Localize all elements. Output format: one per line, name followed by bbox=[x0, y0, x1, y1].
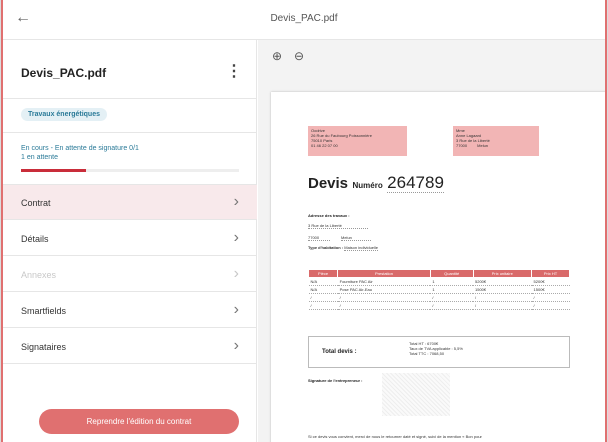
app-frame: ← Devis_PAC.pdf Devis_PAC.pdf ⋮ Travaux … bbox=[1, 0, 607, 442]
devis-label: Devis bbox=[308, 175, 349, 192]
sidebar-item-signataires[interactable]: Signataires › bbox=[3, 329, 257, 364]
signature-area[interactable] bbox=[382, 373, 450, 416]
progress-fill bbox=[21, 169, 87, 172]
numero-label: Numéro bbox=[352, 181, 383, 190]
table-cell: 5200€ bbox=[473, 277, 532, 286]
signature-label: Signature de l'entrepreneur : bbox=[308, 378, 363, 383]
zoom-in-icon[interactable]: ⊕ bbox=[270, 49, 284, 63]
table-cell: 1500€ bbox=[531, 285, 570, 294]
table-row: N/A Fourniture PAC Air 1 5200€ 5200€ bbox=[308, 277, 570, 286]
sidebar: Devis_PAC.pdf ⋮ Travaux énergétiques En … bbox=[3, 40, 257, 442]
table-row: / / / / / bbox=[308, 293, 570, 302]
column-header: Quantité bbox=[429, 269, 474, 278]
sidebar-item-label: Smartfields bbox=[21, 306, 67, 316]
table-cell: / bbox=[337, 293, 431, 302]
resume-editing-button[interactable]: Reprendre l'édition du contrat bbox=[39, 409, 239, 434]
table-cell: / bbox=[337, 301, 431, 310]
footer-text: Si ce devis vous convient, merci de nous… bbox=[308, 434, 482, 439]
habitation-value: Maison individuelle bbox=[344, 245, 379, 251]
total-label: Total devis : bbox=[322, 349, 357, 355]
sidebar-item-details[interactable]: Détails › bbox=[3, 221, 257, 256]
signature-status: En cours - En attente de signature 0/1 1… bbox=[21, 144, 139, 162]
table-cell: 1 bbox=[430, 285, 473, 294]
chevron-right-icon: › bbox=[233, 193, 239, 210]
table-cell: / bbox=[430, 301, 473, 310]
sidebar-item-label: Signataires bbox=[21, 342, 67, 352]
sidebar-item-label: Détails bbox=[21, 234, 49, 244]
status-line: En cours - En attente de signature 0/1 bbox=[21, 145, 139, 152]
table-row: / / / / / bbox=[308, 301, 570, 310]
table-cell: 5200€ bbox=[531, 277, 570, 286]
client-field: Mme Anne Lagaard 3 Rue de la Liberté 770… bbox=[453, 126, 539, 156]
document-title: Devis_PAC.pdf bbox=[21, 66, 107, 80]
pdf-viewer[interactable]: ⊕ ⊖ Oodrive 26 Rue du Faubourg Poissonni… bbox=[258, 40, 605, 442]
address-line: 3 Rue de la Liberté bbox=[308, 223, 368, 229]
column-header: Prestation bbox=[337, 269, 431, 278]
sidebar-item-annexes[interactable]: Annexes › bbox=[3, 257, 257, 292]
table-cell: / bbox=[430, 293, 473, 302]
habitation-label: Type d'habitation : bbox=[308, 245, 344, 250]
chevron-right-icon: › bbox=[233, 301, 239, 318]
table-cell: / bbox=[531, 293, 570, 302]
column-header: Prix HT bbox=[531, 269, 570, 278]
window-title: Devis_PAC.pdf bbox=[270, 13, 338, 24]
table-cell: N/A bbox=[308, 285, 338, 294]
table-cell: / bbox=[473, 293, 532, 302]
zoom-out-icon[interactable]: ⊖ bbox=[292, 49, 306, 63]
table-cell: Fourniture PAC Air bbox=[337, 277, 431, 286]
totals-box: Total devis : Total HT : 6700€ Taux de T… bbox=[308, 336, 570, 368]
table-header-row: Pièce Prestation Quantité Prix unitaire … bbox=[307, 269, 570, 278]
client-line: 77000 bbox=[456, 143, 468, 148]
sidebar-item-smartfields[interactable]: Smartfields › bbox=[3, 293, 257, 328]
progress-bar bbox=[21, 169, 239, 172]
chevron-right-icon: › bbox=[233, 337, 239, 354]
divider bbox=[3, 132, 257, 133]
column-header: Prix unitaire bbox=[472, 269, 533, 278]
address-label: Adresse des travaux : bbox=[308, 213, 350, 218]
client-line: Melun bbox=[477, 143, 489, 148]
devis-number: 264789 bbox=[387, 173, 444, 193]
category-badge: Travaux énergétiques bbox=[21, 108, 107, 121]
table-cell: / bbox=[531, 301, 570, 310]
chevron-right-icon: › bbox=[233, 265, 239, 282]
habitation-row: Type d'habitation : Maison individuelle bbox=[308, 245, 379, 251]
table-cell: / bbox=[308, 301, 338, 310]
more-options-icon[interactable]: ⋮ bbox=[226, 61, 242, 81]
top-bar: ← Devis_PAC.pdf bbox=[3, 0, 605, 40]
table-cell: / bbox=[308, 293, 338, 302]
address-postcode: 77000 bbox=[308, 235, 330, 241]
address-city: Melun bbox=[341, 235, 371, 241]
sidebar-item-contrat[interactable]: Contrat › bbox=[3, 185, 257, 220]
total-ttc: Total TTC : 7068,50 bbox=[409, 351, 445, 356]
table-cell: N/A bbox=[308, 277, 338, 286]
devis-heading: Devis Numéro 264789 bbox=[308, 173, 444, 193]
divider bbox=[3, 98, 257, 99]
table-cell: 1 bbox=[430, 277, 473, 286]
column-header: Pièce bbox=[307, 269, 339, 278]
chevron-right-icon: › bbox=[233, 229, 239, 246]
sidebar-item-label: Annexes bbox=[21, 270, 57, 280]
pdf-page: Oodrive 26 Rue du Faubourg Poissonnière … bbox=[271, 92, 605, 442]
table-row: N/A Pose PAC Air-Eau 1 1500€ 1500€ bbox=[308, 285, 570, 294]
table-cell: Pose PAC Air-Eau bbox=[337, 285, 431, 294]
table-cell: 1500€ bbox=[473, 285, 532, 294]
table-cell: / bbox=[473, 301, 532, 310]
status-line: 1 en attente bbox=[21, 154, 58, 161]
sidebar-item-label: Contrat bbox=[21, 198, 51, 208]
company-field: Oodrive 26 Rue du Faubourg Poissonnière … bbox=[308, 126, 407, 156]
quote-table: Pièce Prestation Quantité Prix unitaire … bbox=[307, 269, 570, 310]
company-line: 01 46 22 07 00 bbox=[311, 143, 338, 148]
